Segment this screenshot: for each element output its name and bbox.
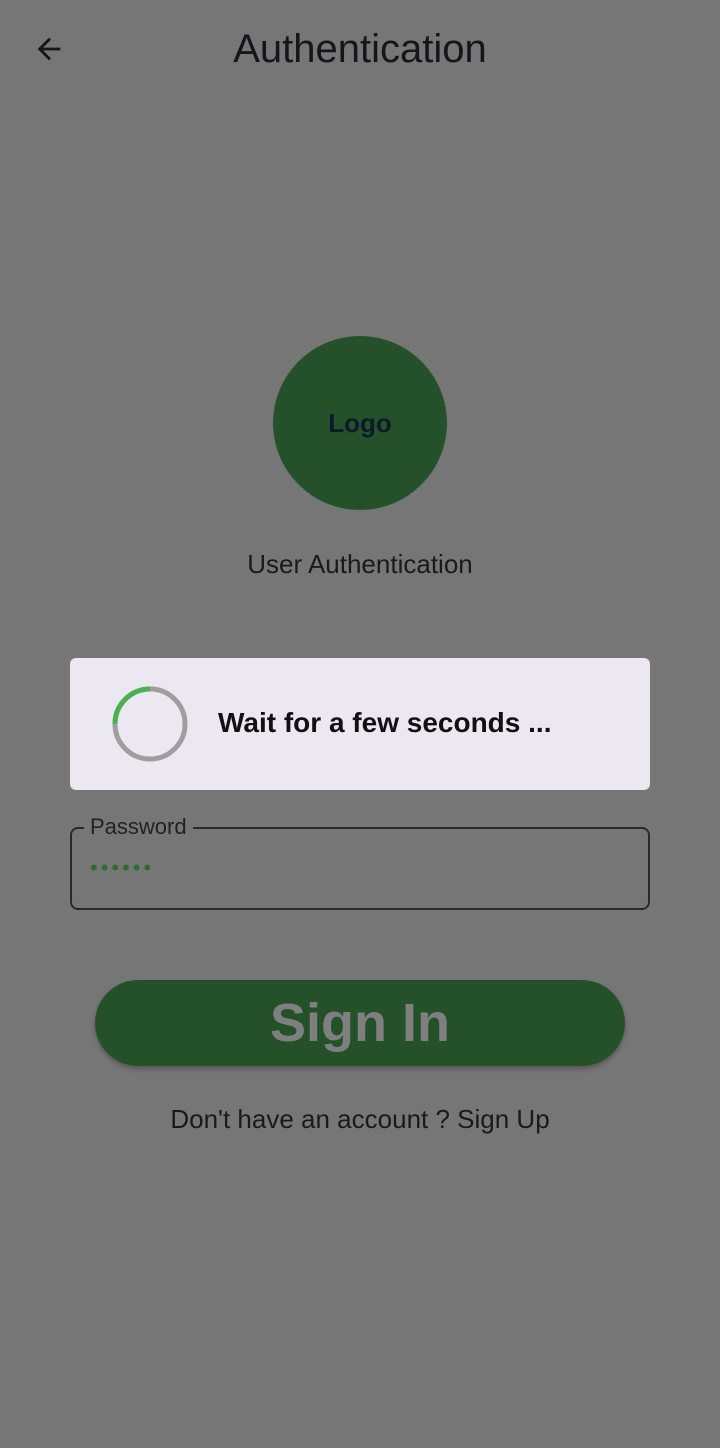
page-title: Authentication bbox=[233, 27, 487, 71]
sign-in-button[interactable]: Sign In bbox=[95, 980, 625, 1066]
loading-message: Wait for a few seconds ... bbox=[218, 707, 552, 738]
sign-in-label: Sign In bbox=[270, 993, 450, 1053]
logo-label: Logo bbox=[328, 407, 392, 438]
loading-dialog: Wait for a few seconds ... bbox=[70, 658, 650, 790]
sign-up-link[interactable]: Don't have an account ? Sign Up bbox=[0, 1100, 720, 1138]
subtitle: User Authentication bbox=[247, 549, 473, 579]
password-value: •••••• bbox=[90, 855, 155, 880]
password-label: Password bbox=[84, 813, 193, 841]
logo: Logo bbox=[273, 336, 447, 510]
password-field[interactable]: Password •••••• bbox=[70, 813, 650, 910]
app-bar: Authentication bbox=[0, 0, 720, 100]
loading-spinner-icon bbox=[112, 686, 188, 762]
